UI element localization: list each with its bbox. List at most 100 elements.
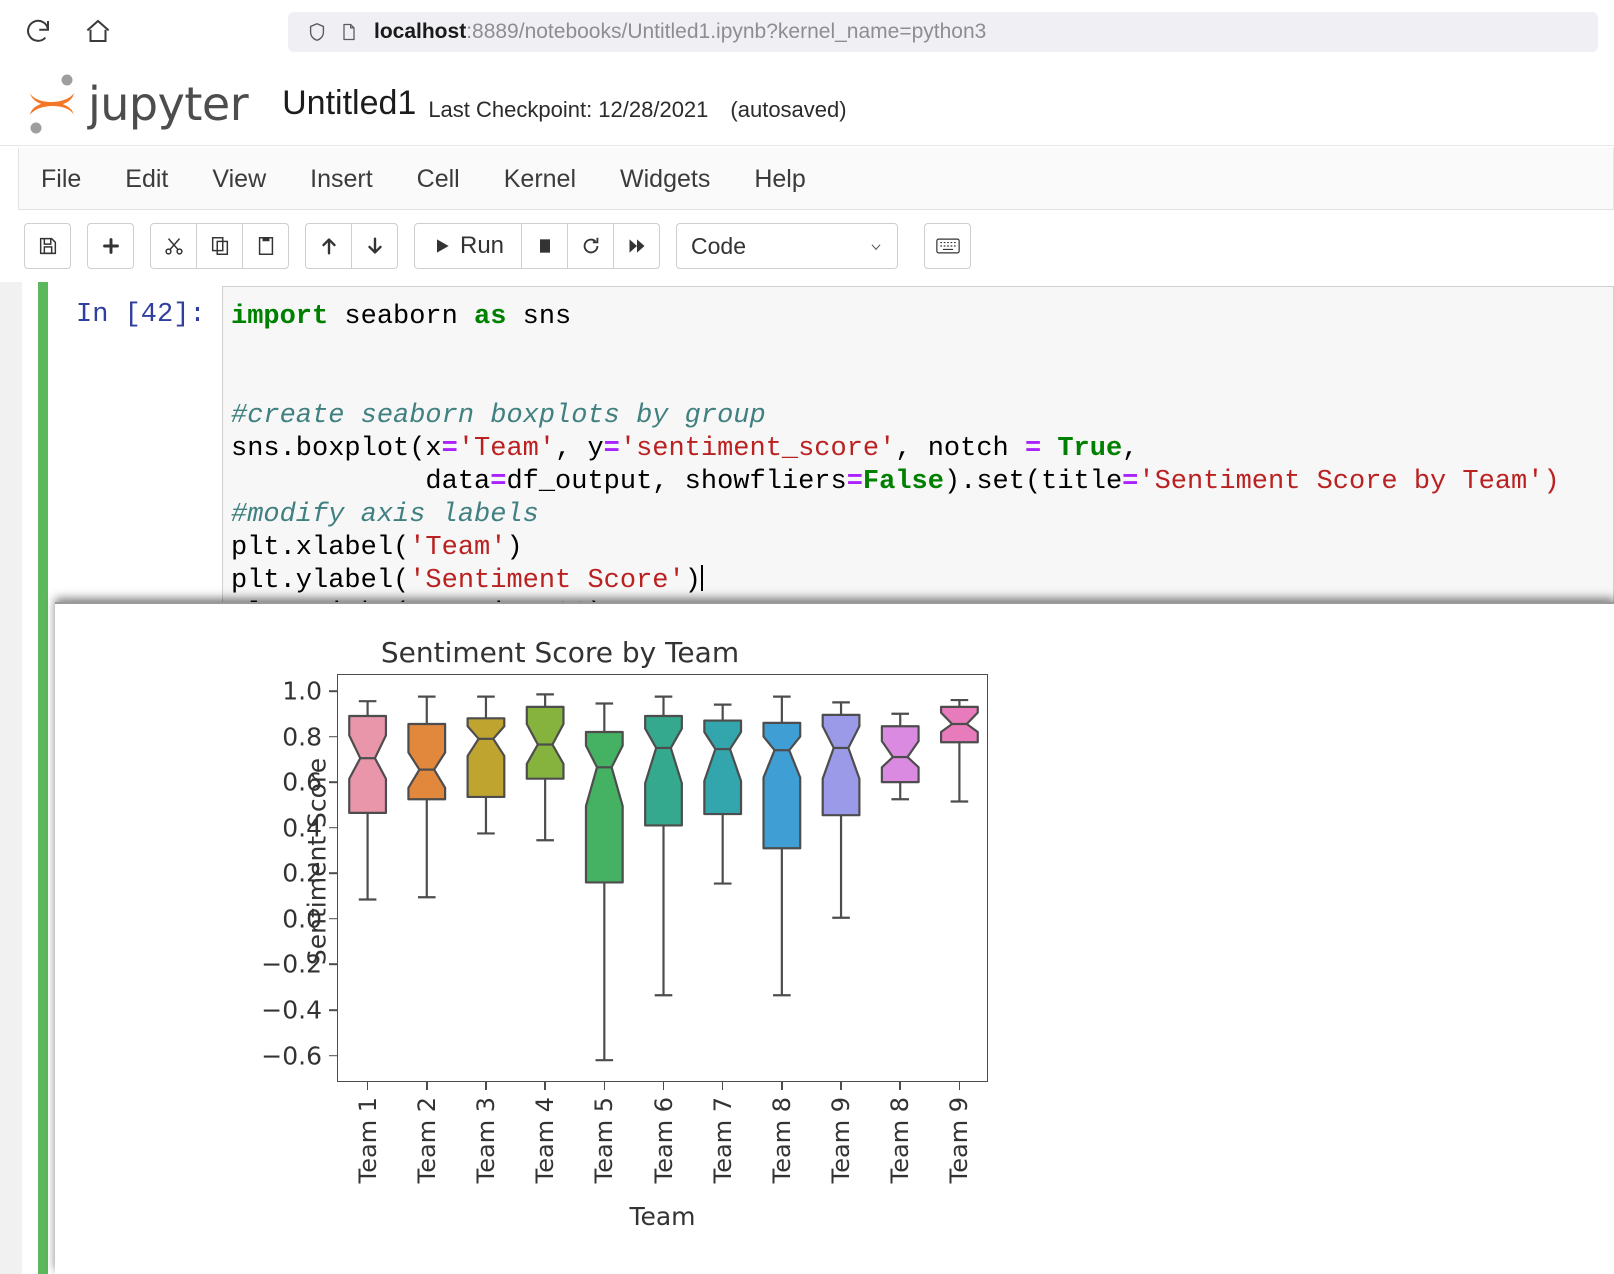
code-token: = bbox=[442, 434, 458, 464]
code-token: = bbox=[490, 467, 506, 497]
code-token: ) bbox=[506, 533, 522, 563]
menu-item-kernel[interactable]: Kernel bbox=[482, 149, 598, 209]
y-tick-mark bbox=[329, 873, 338, 875]
code-line: #create seaborn boxplots by group bbox=[231, 400, 1613, 433]
y-tick-label: −0.4 bbox=[261, 996, 338, 1025]
copy-icon[interactable] bbox=[196, 223, 243, 269]
y-tick-mark bbox=[329, 964, 338, 966]
plot-area: Sentiment Score 1.00.80.60.40.20.0−0.2−0… bbox=[337, 674, 988, 1082]
code-token: #modify axis labels bbox=[231, 500, 539, 530]
notebook-title[interactable]: Untitled1 bbox=[282, 84, 416, 123]
box-11 bbox=[338, 675, 989, 1083]
toolbar-group-clipboard bbox=[150, 223, 289, 269]
x-tick-label: Team 4 bbox=[531, 1097, 559, 1183]
keyboard-icon[interactable] bbox=[924, 223, 971, 269]
code-token: plt.ylabel( bbox=[231, 566, 409, 596]
x-tick-label: Team 3 bbox=[472, 1097, 500, 1183]
autosave-status: (autosaved) bbox=[730, 97, 846, 123]
code-token: , bbox=[1122, 434, 1138, 464]
boxplot-box bbox=[338, 675, 989, 1083]
cell-type-value: Code bbox=[691, 233, 746, 260]
jupyter-header: jupyter Untitled1 Last Checkpoint: 12/28… bbox=[0, 62, 1614, 146]
x-tick-label: Team 7 bbox=[709, 1097, 737, 1183]
boxplot-chart: Sentiment Score by Team Sentiment Score … bbox=[55, 604, 1614, 1274]
x-tick-label: Team 9 bbox=[945, 1097, 973, 1183]
menu-item-file[interactable]: File bbox=[19, 149, 103, 209]
y-tick-mark bbox=[329, 1055, 338, 1057]
menu-item-widgets[interactable]: Widgets bbox=[598, 149, 732, 209]
code-lines: import seaborn as sns #create seaborn bo… bbox=[231, 301, 1613, 631]
cell-selection-marker-output bbox=[38, 600, 48, 1274]
menu-item-help[interactable]: Help bbox=[732, 149, 827, 209]
code-line bbox=[231, 367, 1613, 400]
arrow-up-icon[interactable] bbox=[305, 223, 352, 269]
restart-icon[interactable] bbox=[567, 223, 614, 269]
y-tick-label: −0.2 bbox=[261, 950, 338, 979]
x-axis-label: Team bbox=[337, 1202, 988, 1231]
toolbar-group-save bbox=[24, 223, 71, 269]
save-icon[interactable] bbox=[24, 223, 71, 269]
notebook-toolbar: Run Code bbox=[18, 212, 1614, 280]
code-line: sns.boxplot(x='Team', y='sentiment_score… bbox=[231, 433, 1613, 466]
app-root: localhost:8889/notebooks/Untitled1.ipynb… bbox=[0, 0, 1614, 1274]
y-tick-mark bbox=[329, 1009, 338, 1011]
code-token: sns bbox=[506, 302, 571, 332]
cell-selection-marker bbox=[38, 282, 48, 622]
code-token: as bbox=[474, 302, 506, 332]
notebook-gutter bbox=[0, 282, 22, 1274]
jupyter-logo-mark bbox=[22, 71, 84, 137]
reload-icon[interactable] bbox=[16, 9, 60, 53]
fast-forward-icon[interactable] bbox=[613, 223, 660, 269]
y-tick-mark bbox=[329, 690, 338, 692]
x-tick-label: Team 9 bbox=[827, 1097, 855, 1183]
menu-item-edit[interactable]: Edit bbox=[103, 149, 190, 209]
code-token: 'Sentiment Score by Team') bbox=[1138, 467, 1559, 497]
stop-icon[interactable] bbox=[521, 223, 568, 269]
code-token: seaborn bbox=[328, 302, 474, 332]
arrow-down-icon[interactable] bbox=[351, 223, 398, 269]
chevron-down-icon bbox=[867, 233, 885, 260]
code-token: #create seaborn boxplots by group bbox=[231, 401, 766, 431]
code-line: plt.xlabel('Team') bbox=[231, 532, 1613, 565]
toolbar-group-add bbox=[87, 223, 134, 269]
x-tick-label: Team 8 bbox=[886, 1097, 914, 1183]
code-line: data=df_output, showfliers=False).set(ti… bbox=[231, 466, 1613, 499]
y-tick-label: −0.6 bbox=[261, 1041, 338, 1070]
chart-title: Sentiment Score by Team bbox=[55, 636, 1065, 669]
code-token: 'Team' bbox=[458, 434, 555, 464]
paste-icon[interactable] bbox=[242, 223, 289, 269]
run-button[interactable]: Run bbox=[414, 223, 522, 269]
home-icon[interactable] bbox=[76, 9, 120, 53]
toolbar-group-move bbox=[305, 223, 398, 269]
menu-item-cell[interactable]: Cell bbox=[395, 149, 482, 209]
scissors-icon[interactable] bbox=[150, 223, 197, 269]
notebook-body: In [42]: import seaborn as sns #create s… bbox=[0, 282, 1614, 1274]
menu-bar: File Edit View Insert Cell Kernel Widget… bbox=[18, 148, 1614, 210]
x-tick-label: Team 8 bbox=[768, 1097, 796, 1183]
browser-toolbar: localhost:8889/notebooks/Untitled1.ipynb… bbox=[0, 0, 1614, 62]
code-token: 'Sentiment Score' bbox=[409, 566, 684, 596]
code-token: , y bbox=[555, 434, 604, 464]
code-token: ).set(title bbox=[944, 467, 1122, 497]
toolbar-group-palette bbox=[924, 223, 971, 269]
y-tick-mark bbox=[329, 781, 338, 783]
url-host: localhost bbox=[374, 20, 466, 43]
code-token: = bbox=[1122, 467, 1138, 497]
code-editor[interactable]: import seaborn as sns #create seaborn bo… bbox=[222, 286, 1614, 642]
code-token: data bbox=[231, 467, 490, 497]
toolbar-group-run: Run bbox=[414, 223, 660, 269]
code-token: 'sentiment_score' bbox=[620, 434, 895, 464]
code-token: = bbox=[604, 434, 620, 464]
code-token: df_output, showfliers bbox=[506, 467, 846, 497]
code-token: = bbox=[847, 467, 863, 497]
code-line: import seaborn as sns bbox=[231, 301, 1613, 334]
menu-item-insert[interactable]: Insert bbox=[288, 149, 395, 209]
plus-icon[interactable] bbox=[87, 223, 134, 269]
code-line bbox=[231, 334, 1613, 367]
jupyter-logo[interactable]: jupyter bbox=[22, 71, 248, 137]
address-bar-text: localhost:8889/notebooks/Untitled1.ipynb… bbox=[374, 20, 986, 44]
y-tick-mark bbox=[329, 918, 338, 920]
cell-type-select[interactable]: Code bbox=[676, 223, 898, 269]
menu-item-view[interactable]: View bbox=[190, 149, 288, 209]
address-bar[interactable]: localhost:8889/notebooks/Untitled1.ipynb… bbox=[288, 12, 1598, 52]
